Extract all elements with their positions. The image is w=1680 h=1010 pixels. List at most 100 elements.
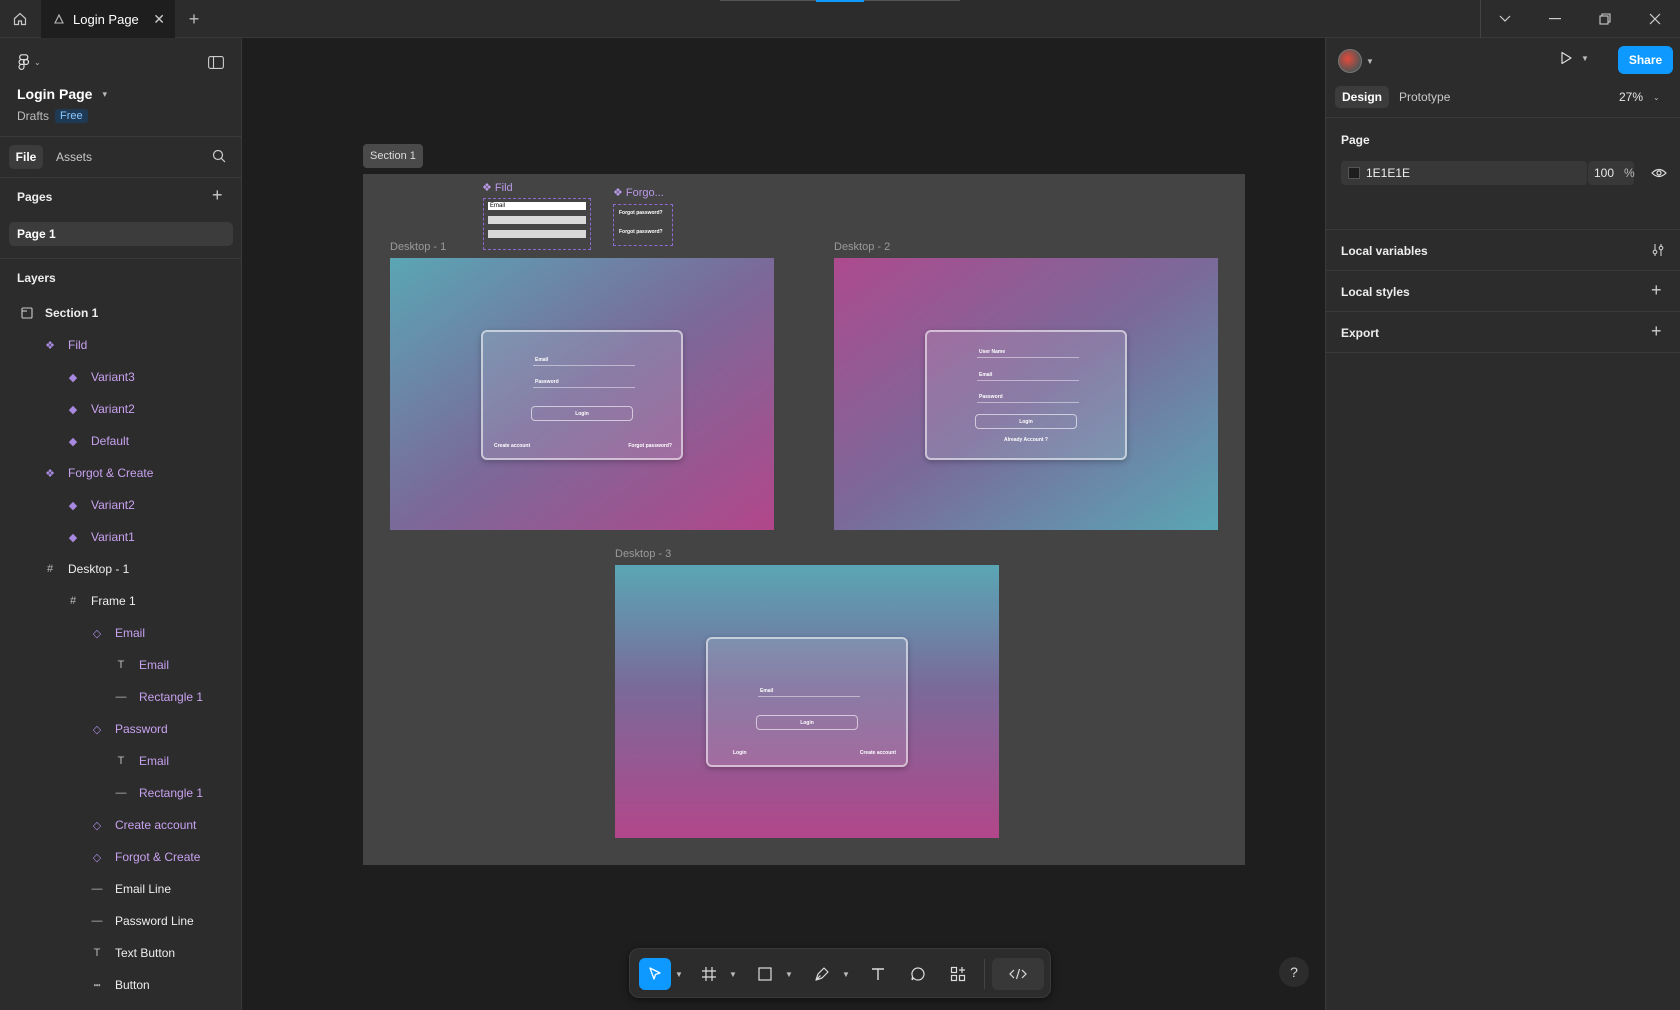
page-color-value[interactable]: 1E1E1E bbox=[1366, 166, 1410, 180]
close-window-icon[interactable] bbox=[1630, 0, 1680, 38]
layer-variant2[interactable]: ◆ Variant2 bbox=[0, 393, 241, 425]
fild-component-set[interactable]: Email bbox=[483, 198, 591, 250]
share-button[interactable]: Share bbox=[1618, 46, 1673, 74]
eye-icon[interactable] bbox=[1651, 166, 1667, 183]
chevron-down-icon[interactable]: ▼ bbox=[727, 958, 739, 990]
zoom-value: 27% bbox=[1619, 90, 1644, 104]
export-section[interactable]: Export + bbox=[1326, 312, 1680, 353]
pen-tool-icon[interactable] bbox=[806, 958, 838, 990]
layer-default[interactable]: ◆ Default bbox=[0, 425, 241, 457]
text-icon: T bbox=[117, 659, 125, 671]
fild-component-label[interactable]: ❖ Fild bbox=[482, 181, 513, 194]
local-styles-section[interactable]: Local styles + bbox=[1326, 271, 1680, 312]
forgot-component-label[interactable]: ❖ Forgo... bbox=[613, 186, 664, 199]
layer-variant2[interactable]: ◆ Variant2 bbox=[0, 489, 241, 521]
search-icon[interactable] bbox=[212, 149, 226, 168]
local-variables-section[interactable]: Local variables bbox=[1326, 230, 1680, 271]
layer-text-button[interactable]: T Text Button bbox=[0, 937, 241, 969]
layer-section-1[interactable]: Section 1 bbox=[0, 297, 241, 329]
comment-tool-icon[interactable] bbox=[902, 958, 934, 990]
tab-prototype[interactable]: Prototype bbox=[1399, 86, 1450, 108]
minimize-icon[interactable] bbox=[1530, 0, 1580, 38]
desktop-3-label[interactable]: Desktop - 3 bbox=[615, 548, 671, 560]
add-style-icon[interactable]: + bbox=[1651, 280, 1662, 301]
zoom-dropdown[interactable]: 27% ⌄ bbox=[1619, 86, 1660, 108]
chevron-down-icon[interactable]: ▼ bbox=[673, 958, 685, 990]
forgot-label-text: Forgo... bbox=[625, 187, 664, 199]
tab-design[interactable]: Design bbox=[1335, 86, 1390, 108]
tab-file[interactable]: File bbox=[9, 145, 43, 169]
layer-label: Email bbox=[139, 658, 170, 672]
login-button: Login bbox=[531, 406, 633, 421]
tab-assets[interactable]: Assets bbox=[56, 145, 92, 169]
close-tab-icon[interactable]: ✕ bbox=[153, 11, 165, 28]
add-page-icon[interactable]: + bbox=[212, 185, 223, 206]
chevron-down-icon[interactable] bbox=[1480, 0, 1530, 38]
layer-variant1[interactable]: ◆ Variant1 bbox=[0, 521, 241, 553]
user-avatar-menu[interactable]: ▼ bbox=[1338, 49, 1374, 73]
home-icon[interactable] bbox=[0, 0, 40, 38]
present-button[interactable]: ▼ bbox=[1559, 51, 1589, 65]
divider bbox=[0, 258, 241, 259]
chevron-down-icon[interactable]: ▼ bbox=[840, 958, 852, 990]
layer-create-account[interactable]: ◇ Create account bbox=[0, 809, 241, 841]
file-name-dropdown[interactable]: Login Page ▾ bbox=[17, 86, 107, 102]
chevron-down-icon: ▼ bbox=[1581, 53, 1589, 63]
layer-button[interactable]: ┅ Button bbox=[0, 969, 241, 1001]
layer-variant3[interactable]: ◆ Variant3 bbox=[0, 361, 241, 393]
layer-password-instance[interactable]: ◇ Password bbox=[0, 713, 241, 745]
desktop-2-label[interactable]: Desktop - 2 bbox=[834, 241, 890, 253]
layer-frame-1[interactable]: # Frame 1 bbox=[0, 585, 241, 617]
desktop-3-frame[interactable]: Email Login Login Create account bbox=[615, 565, 999, 838]
layer-label: Desktop - 1 bbox=[68, 562, 130, 576]
layer-email-instance[interactable]: ◇ Email bbox=[0, 617, 241, 649]
layer-desktop-1[interactable]: # Desktop - 1 bbox=[0, 553, 241, 585]
forgot-card: Email Login Login Create account bbox=[706, 637, 908, 767]
sidebar-toggle-icon[interactable] bbox=[207, 53, 225, 71]
username-label: User Name bbox=[979, 349, 1006, 355]
layer-password-line[interactable]: — Password Line bbox=[0, 905, 241, 937]
variant-icon: ◆ bbox=[68, 403, 78, 416]
layer-rectangle-1[interactable]: — Rectangle 1 bbox=[0, 681, 241, 713]
layer-email-text[interactable]: T Email bbox=[0, 745, 241, 777]
help-icon[interactable]: ? bbox=[1279, 957, 1309, 987]
layer-label: Variant2 bbox=[91, 498, 135, 512]
desktop-2-frame[interactable]: User Name Email Password Login Already A… bbox=[834, 258, 1218, 530]
canvas[interactable]: Section 1 ❖ Fild Email ❖ Forgo... Forgot… bbox=[242, 38, 1325, 1010]
create-account-link: Create account bbox=[494, 443, 531, 449]
rectangle-tool-icon[interactable] bbox=[749, 958, 781, 990]
avatar bbox=[1338, 49, 1362, 73]
frame-icon: # bbox=[46, 563, 54, 575]
tab-login-page[interactable]: Login Page ✕ bbox=[41, 0, 175, 38]
new-tab-icon[interactable]: + bbox=[180, 0, 208, 38]
file-location[interactable]: Drafts bbox=[17, 109, 49, 123]
desktop-1-frame[interactable]: Email Password Login Create account Forg… bbox=[390, 258, 774, 530]
layer-rectangle-1[interactable]: — Rectangle 1 bbox=[0, 777, 241, 809]
desktop-1-label[interactable]: Desktop - 1 bbox=[390, 241, 446, 253]
local-styles-label: Local styles bbox=[1341, 285, 1410, 299]
text-tool-icon[interactable] bbox=[862, 958, 894, 990]
layer-forgot-create-instance[interactable]: ◇ Forgot & Create bbox=[0, 841, 241, 873]
page-opacity-field[interactable]: 100 % bbox=[1588, 161, 1635, 185]
color-swatch[interactable] bbox=[1348, 167, 1360, 179]
email-line bbox=[758, 696, 860, 697]
dev-mode-toggle-icon[interactable] bbox=[992, 958, 1044, 990]
layer-label: Password bbox=[115, 722, 168, 736]
main-menu-button[interactable]: ⌄ bbox=[18, 52, 41, 72]
page-item-1[interactable]: Page 1 bbox=[9, 222, 233, 246]
page-color-field[interactable]: 1E1E1E bbox=[1341, 161, 1587, 185]
move-tool-icon[interactable] bbox=[639, 958, 671, 990]
add-export-icon[interactable]: + bbox=[1651, 321, 1662, 342]
layer-label: Email Line bbox=[115, 882, 172, 896]
frame-tool-icon[interactable] bbox=[693, 958, 725, 990]
restore-icon[interactable] bbox=[1580, 0, 1630, 38]
section-label[interactable]: Section 1 bbox=[363, 144, 423, 168]
layer-forgot-create[interactable]: ❖ Forgot & Create bbox=[0, 457, 241, 489]
layer-fild[interactable]: ❖ Fild bbox=[0, 329, 241, 361]
layer-email-line[interactable]: — Email Line bbox=[0, 873, 241, 905]
actions-tool-icon[interactable] bbox=[942, 958, 974, 990]
variables-settings-icon[interactable] bbox=[1651, 243, 1665, 260]
layer-email-text[interactable]: T Email bbox=[0, 649, 241, 681]
chevron-down-icon[interactable]: ▼ bbox=[783, 958, 795, 990]
forgot-component-set[interactable]: Forgot password? Forgot password? bbox=[613, 204, 673, 246]
